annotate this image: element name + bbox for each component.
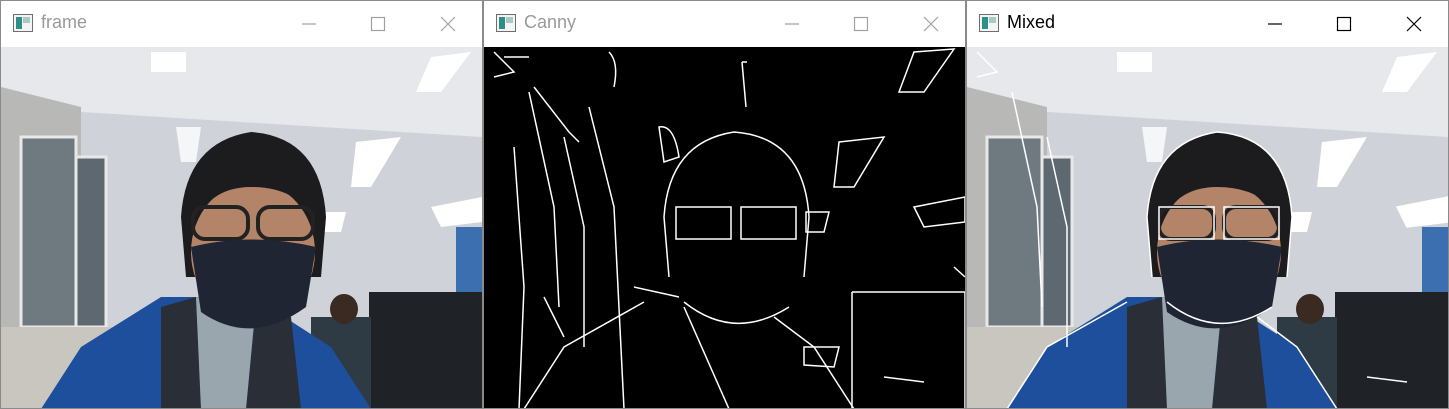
app-icon [496, 14, 516, 32]
close-icon [1406, 16, 1422, 32]
maximize-button[interactable] [355, 1, 401, 47]
mixed-image [967, 47, 1448, 408]
window-title: Mixed [1007, 12, 1056, 32]
minimize-icon [1268, 23, 1282, 25]
camera-frame-image [1, 47, 482, 408]
maximize-icon [370, 16, 386, 32]
minimize-button[interactable] [286, 1, 332, 47]
close-button[interactable] [1391, 1, 1437, 47]
minimize-icon [785, 23, 799, 25]
maximize-button[interactable] [1321, 1, 1367, 47]
window-titlebar[interactable]: frame [1, 1, 482, 47]
window-canny[interactable]: Canny [483, 0, 966, 409]
minimize-button[interactable] [769, 1, 815, 47]
window-titlebar[interactable]: Mixed [967, 1, 1448, 47]
edge-map-image [484, 47, 965, 408]
edge-map-view [484, 47, 965, 408]
close-icon [923, 16, 939, 32]
window-frame[interactable]: frame [0, 0, 483, 409]
maximize-icon [1336, 16, 1352, 32]
app-icon [13, 14, 33, 32]
window-title: Canny [524, 12, 577, 32]
window-title: frame [41, 12, 88, 32]
minimize-button[interactable] [1252, 1, 1298, 47]
maximize-button[interactable] [838, 1, 884, 47]
mixed-view [967, 47, 1448, 408]
app-icon [979, 14, 999, 32]
camera-frame-view [1, 47, 482, 408]
maximize-icon [853, 16, 869, 32]
window-mixed[interactable]: Mixed [966, 0, 1449, 409]
minimize-icon [302, 23, 316, 25]
close-icon [440, 16, 456, 32]
close-button[interactable] [425, 1, 471, 47]
window-titlebar[interactable]: Canny [484, 1, 965, 47]
close-button[interactable] [908, 1, 954, 47]
